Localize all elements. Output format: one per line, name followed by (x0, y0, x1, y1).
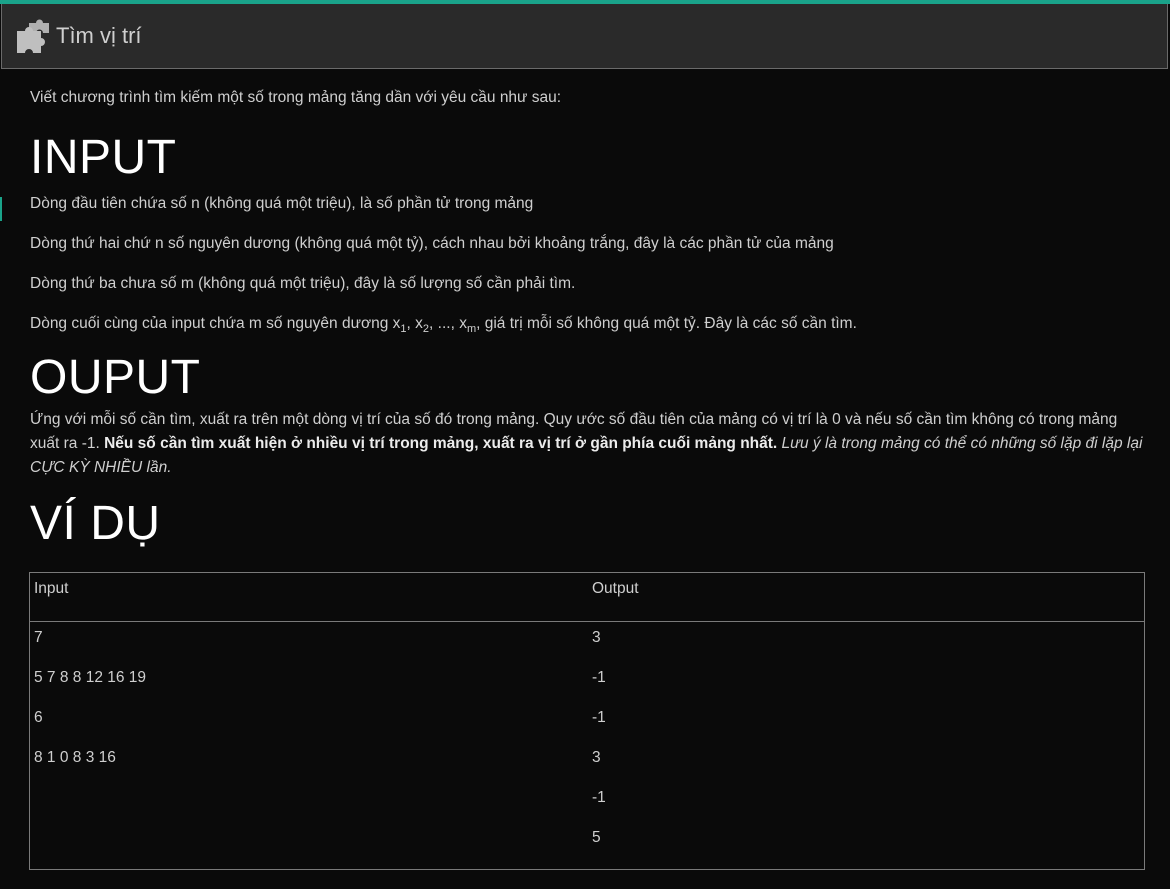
output-heading: OUPUT (30, 351, 201, 404)
input-heading: INPUT (30, 131, 177, 184)
input-line-3: Dòng thứ ba chưa số m (không quá một tri… (30, 275, 576, 292)
example-input-line: 7 (34, 629, 43, 646)
puzzle-icon (17, 19, 49, 53)
example-output-line: 3 (592, 629, 601, 646)
example-input-header: Input (34, 580, 69, 597)
example-input-line: 5 7 8 8 12 16 19 (34, 669, 147, 686)
input-line-2: Dòng thứ hai chứ n số nguyên dương (khôn… (30, 235, 834, 252)
example-heading: VÍ DỤ (30, 497, 161, 550)
example-input-line: 6 (34, 709, 43, 726)
example-output-line: -1 (592, 709, 606, 726)
example-output-line: -1 (592, 789, 606, 806)
example-table-header: Input Output (30, 573, 1144, 622)
example-output-header: Output (592, 580, 639, 597)
intro-text: Viết chương trình tìm kiếm một số trong … (30, 89, 562, 106)
problem-title: Tìm vị trí (56, 23, 142, 48)
problem-statement: Viết chương trình tìm kiếm một số trong … (30, 86, 1145, 552)
example-table: Input Output 7 5 7 8 8 12 16 19 6 8 1 0 … (29, 572, 1145, 870)
example-output-line: 3 (592, 749, 601, 766)
example-output-line: -1 (592, 669, 606, 686)
problem-header: Tìm vị trí (1, 4, 1168, 69)
left-accent-mark (0, 197, 2, 221)
example-input-line: 8 1 0 8 3 16 (34, 749, 116, 766)
input-line-1: Dòng đầu tiên chứa số n (không quá một t… (30, 195, 534, 212)
output-description: Ứng với mỗi số cần tìm, xuất ra trên một… (30, 411, 1143, 476)
input-line-4: Dòng cuối cùng của input chứa m số nguyê… (30, 315, 857, 336)
example-output-line: 5 (592, 829, 601, 846)
